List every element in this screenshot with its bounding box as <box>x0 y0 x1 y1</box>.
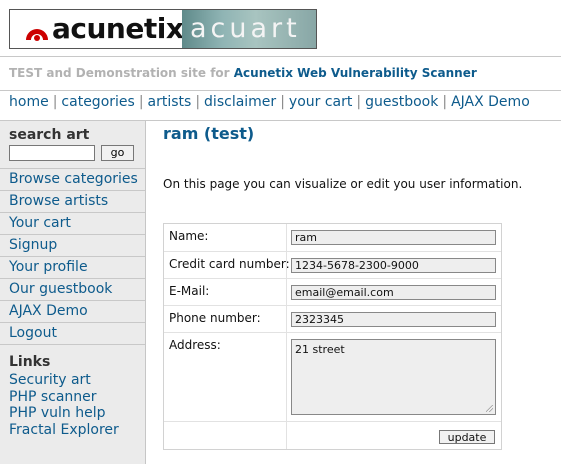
menu-item-ajax-demo[interactable]: AJAX Demo <box>451 94 530 110</box>
address-label: Address: <box>169 338 221 352</box>
tagline: TEST and Demonstration site for Acunetix… <box>9 66 477 80</box>
email-label: E-Mail: <box>169 284 210 298</box>
column-divider <box>286 333 287 421</box>
links-list: Security art PHP scanner PHP vuln help F… <box>9 372 119 438</box>
menu-item-disclaimer[interactable]: disclaimer <box>204 94 276 110</box>
menu-separator: | <box>356 94 362 110</box>
links-title: Links <box>9 354 51 370</box>
logo-product-area: acuart <box>182 10 316 48</box>
intro-text: On this page you can visualize or edit y… <box>163 177 523 191</box>
column-divider <box>286 422 287 449</box>
name-field[interactable] <box>291 230 496 245</box>
link-security-art[interactable]: Security art <box>9 372 119 389</box>
sidebar-item-logout[interactable]: Logout <box>0 322 145 345</box>
menu-item-guestbook[interactable]: guestbook <box>365 94 438 110</box>
form-row-phone: Phone number: <box>164 306 501 333</box>
form-row-credit-card: Credit card number: <box>164 252 501 279</box>
menu-item-artists[interactable]: artists <box>148 94 192 110</box>
sidebar-item-your-cart[interactable]: Your cart <box>0 212 145 234</box>
address-textarea[interactable]: 21 street <box>291 339 496 415</box>
form-row-address: Address: 21 street <box>164 333 501 422</box>
sidebar-item-browse-artists[interactable]: Browse artists <box>0 190 145 212</box>
page-title: ram (test) <box>163 124 255 143</box>
email-field[interactable] <box>291 285 496 300</box>
phone-label: Phone number: <box>169 311 261 325</box>
logo[interactable]: acunetix acuart <box>9 9 317 49</box>
resize-grip-icon[interactable] <box>486 405 493 412</box>
column-divider <box>286 306 287 332</box>
credit-card-field[interactable] <box>291 258 496 273</box>
menu-separator: | <box>138 94 144 110</box>
sidebar-nav: Browse categories Browse artists Your ca… <box>0 168 145 345</box>
menu-item-your-cart[interactable]: your cart <box>289 94 352 110</box>
user-info-form: Name: Credit card number: E-Mail: Phone … <box>163 223 502 450</box>
sidebar-item-ajax-demo[interactable]: AJAX Demo <box>0 300 145 322</box>
link-php-scanner[interactable]: PHP scanner <box>9 389 119 406</box>
link-php-vuln-help[interactable]: PHP vuln help <box>9 405 119 422</box>
logo-brand-area: acunetix <box>10 10 184 48</box>
link-fractal-explorer[interactable]: Fractal Explorer <box>9 422 119 439</box>
divider <box>0 90 561 91</box>
menu-separator: | <box>195 94 201 110</box>
credit-card-label: Credit card number: <box>169 257 290 271</box>
tagline-text: TEST and Demonstration site for <box>9 66 234 80</box>
sidebar-item-browse-categories[interactable]: Browse categories <box>0 168 145 190</box>
top-menu: home | categories | artists | disclaimer | your … <box>9 94 530 110</box>
column-divider <box>286 252 287 278</box>
name-label: Name: <box>169 229 209 243</box>
acunetix-logo-icon <box>26 29 48 41</box>
phone-field[interactable] <box>291 312 496 327</box>
sidebar-item-signup[interactable]: Signup <box>0 234 145 256</box>
menu-item-categories[interactable]: categories <box>61 94 134 110</box>
divider <box>0 56 561 57</box>
logo-product-text: acuart <box>190 13 301 44</box>
logo-brand-text: acunetix <box>52 12 184 45</box>
form-row-email: E-Mail: <box>164 279 501 306</box>
sidebar: search art go Browse categories Browse a… <box>0 121 146 464</box>
menu-separator: | <box>442 94 448 110</box>
sidebar-item-our-guestbook[interactable]: Our guestbook <box>0 278 145 300</box>
menu-item-home[interactable]: home <box>9 94 49 110</box>
menu-separator: | <box>52 94 58 110</box>
search-title: search art <box>9 127 90 143</box>
search-input[interactable] <box>9 145 95 161</box>
address-value: 21 street <box>295 343 345 356</box>
form-row-name: Name: <box>164 224 501 252</box>
column-divider <box>286 279 287 305</box>
scanner-link[interactable]: Acunetix Web Vulnerability Scanner <box>234 66 477 80</box>
search-go-button[interactable]: go <box>101 145 134 161</box>
menu-separator: | <box>280 94 285 110</box>
update-button[interactable]: update <box>439 430 495 444</box>
sidebar-item-your-profile[interactable]: Your profile <box>0 256 145 278</box>
column-divider <box>286 224 287 251</box>
